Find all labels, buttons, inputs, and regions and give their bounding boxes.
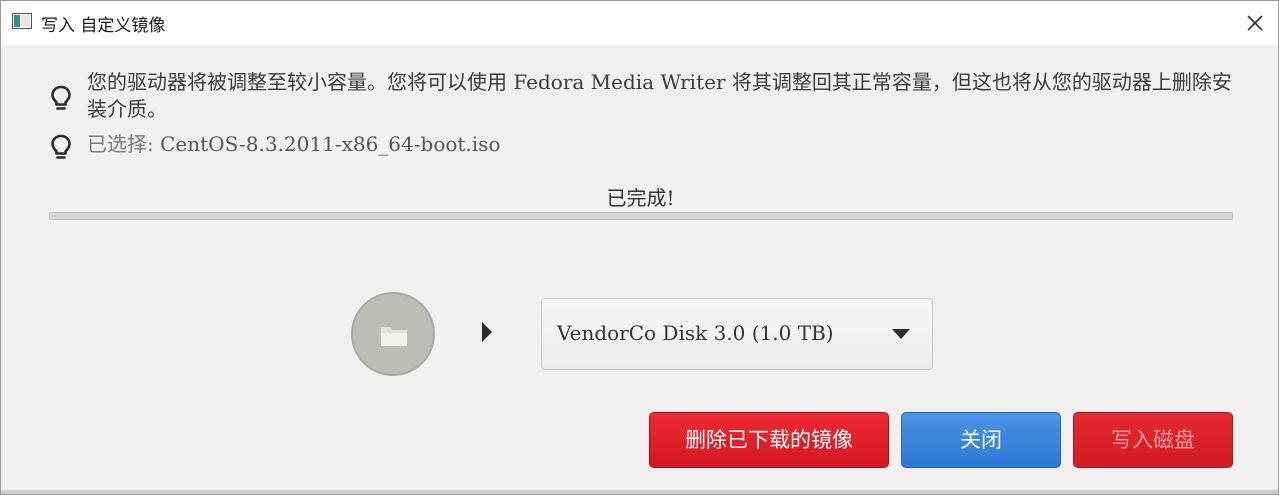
selected-filename: CentOS-8.3.2011-x86_64-boot.iso (160, 132, 501, 156)
lightbulb-icon (51, 134, 71, 159)
drive-selector-value: VendorCo Disk 3.0 (1.0 TB) (557, 321, 834, 345)
selected-image-info: 已选择: CentOS-8.3.2011-x86_64-boot.iso (87, 131, 501, 158)
arrow-right-icon (482, 322, 492, 342)
close-icon[interactable] (1244, 12, 1266, 34)
progress-fill (50, 213, 1232, 219)
drive-selector[interactable]: VendorCo Disk 3.0 (1.0 TB) (541, 298, 933, 370)
write-to-disk-button[interactable]: 写入磁盘 (1073, 412, 1233, 468)
lightbulb-icon (51, 85, 71, 110)
chevron-down-icon (892, 329, 910, 339)
close-button[interactable]: 关闭 (901, 412, 1061, 468)
write-status: 已完成! (606, 186, 675, 210)
selected-label: 已选择: (87, 132, 161, 156)
title-bar: 写入 自定义镜像 (1, 1, 1278, 45)
window-title: 写入 自定义镜像 (41, 16, 166, 36)
select-image-button[interactable] (351, 292, 435, 376)
folder-icon (381, 327, 407, 346)
delete-downloaded-image-button[interactable]: 删除已下载的镜像 (649, 412, 889, 468)
app-icon (12, 13, 32, 29)
bottom-divider (1, 490, 1278, 494)
progress-bar (49, 212, 1233, 220)
media-writer-dialog: 写入 自定义镜像 您的驱动器将被调整至较小容量。您将可以使用 Fedora Me… (0, 0, 1279, 495)
resize-warning-text: 您的驱动器将被调整至较小容量。您将可以使用 Fedora Media Write… (87, 70, 1232, 121)
